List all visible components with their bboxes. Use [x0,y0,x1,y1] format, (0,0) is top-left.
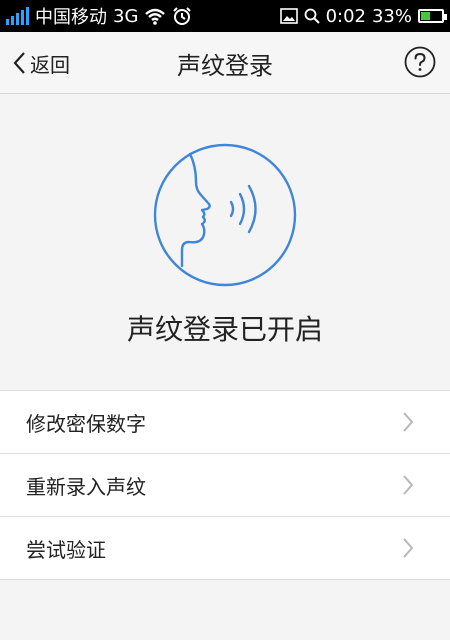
chevron-right-icon [403,475,414,495]
menu-item-rerecord-voiceprint[interactable]: 重新录入声纹 [0,453,450,516]
voiceprint-status-text: 声纹登录已开启 [126,313,323,346]
chevron-right-icon [403,538,414,558]
voiceprint-status-panel: 声纹登录已开启 [0,94,450,390]
alarm-icon [173,7,192,25]
battery-percent: 33% [371,5,412,27]
network-type: 3G [113,5,139,27]
voice-face-icon [153,143,297,287]
wifi-icon [145,8,166,25]
carrier-name: 中国移动 [35,7,107,28]
question-icon[interactable] [404,46,436,78]
menu-item-try-verification[interactable]: 尝试验证 [0,516,450,579]
menu-item-label: 尝试验证 [26,537,106,562]
clock-time: 0:02 [325,5,366,27]
menu-item-label: 重新录入声纹 [26,474,146,499]
image-icon [279,8,298,24]
chevron-right-icon [403,412,414,432]
battery-icon [418,9,447,23]
navigation-bar: 返回 声纹登录 [0,32,450,94]
back-label: 返回 [30,52,70,77]
signal-icon [6,7,29,25]
menu-item-label: 修改密保数字 [26,411,146,436]
chevron-left-icon [13,52,25,74]
status-bar: 中国移动 3G 0:02 33% [0,0,450,32]
menu-item-change-security-digits[interactable]: 修改密保数字 [0,391,450,453]
search-icon [304,8,320,24]
back-button[interactable]: 返回 [12,32,70,94]
settings-menu: 修改密保数字 重新录入声纹 尝试验证 [0,390,450,580]
